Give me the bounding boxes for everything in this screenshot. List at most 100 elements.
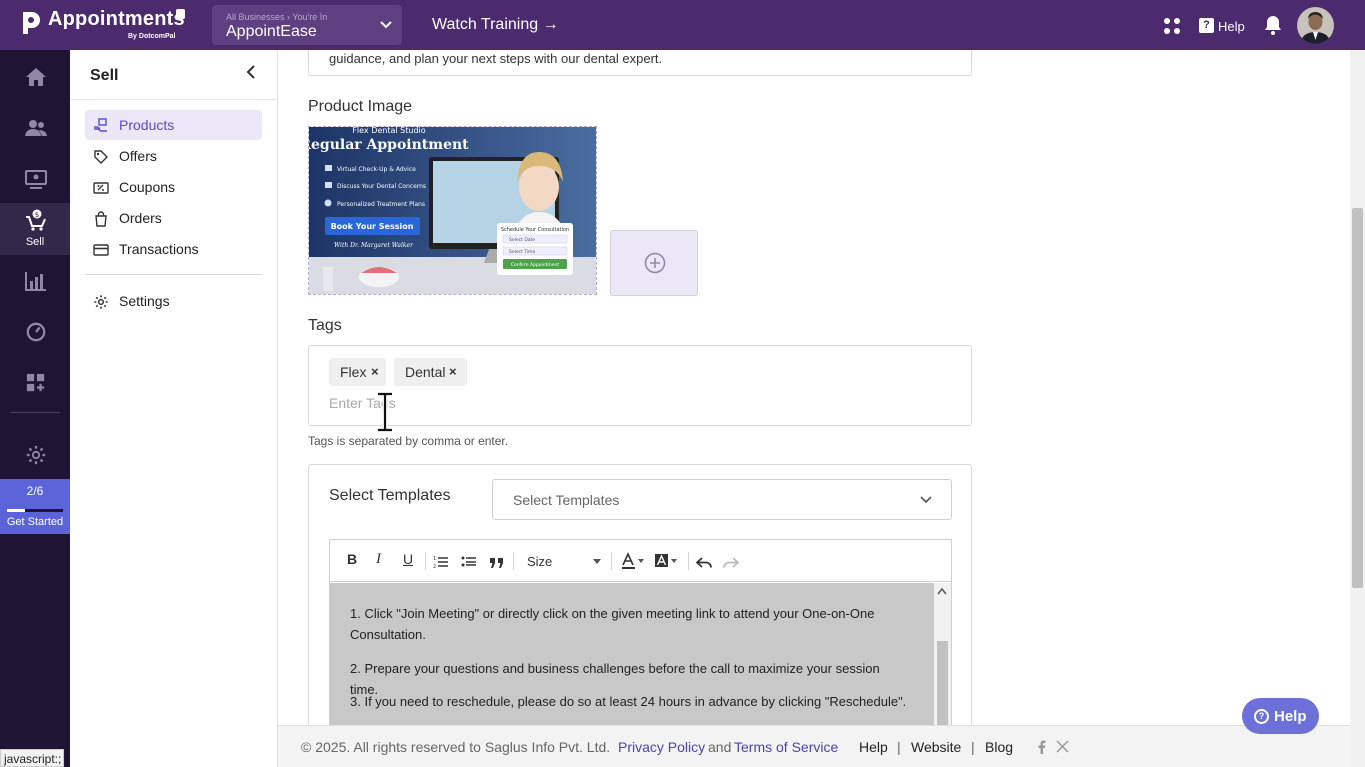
italic-button[interactable]: I (376, 551, 381, 571)
underline-button[interactable]: U (403, 551, 413, 571)
user-avatar[interactable] (1297, 7, 1334, 44)
font-size-select[interactable]: Size (527, 552, 605, 572)
x-twitter-icon[interactable] (1056, 740, 1069, 753)
gauge-icon (26, 322, 46, 342)
subnav-label: Transactions (119, 241, 199, 257)
rail-sell[interactable]: $ Sell (0, 203, 70, 255)
rail-integrations[interactable] (0, 358, 70, 408)
redo-icon[interactable] (723, 553, 739, 573)
subnav-item-transactions[interactable]: Transactions (85, 234, 262, 264)
subnav-item-products[interactable]: Products (85, 110, 262, 140)
bar-chart-icon (25, 272, 46, 291)
chevron-left-icon[interactable] (244, 64, 258, 80)
rail-dashboard[interactable] (0, 307, 70, 357)
subnav-item-orders[interactable]: Orders (85, 203, 262, 233)
tag-remove-icon[interactable]: × (371, 364, 379, 379)
description-field[interactable]: guidance, and plan your next steps with … (308, 50, 972, 76)
question-icon: ? (1199, 18, 1214, 33)
product-image[interactable]: Flex Dental Studio Regular Appointment V… (308, 126, 597, 295)
tags-field[interactable]: Flex × Dental × (308, 345, 972, 426)
app-title: Appointments (48, 8, 185, 30)
ordered-list-icon[interactable]: 1 2 (433, 552, 449, 572)
scroll-up-icon[interactable] (937, 587, 947, 595)
blockquote-icon[interactable] (489, 553, 505, 573)
subnav-label: Products (119, 117, 175, 133)
offer-tag-icon (94, 150, 108, 164)
editor-content[interactable]: 1. Click "Join Meeting" or directly clic… (330, 583, 934, 725)
image-cta: Book Your Session (331, 222, 414, 231)
subnav-item-coupons[interactable]: Coupons (85, 172, 262, 202)
editor-toolbar: B I U 1 2 Size (330, 540, 951, 582)
background-color-icon[interactable] (654, 552, 680, 572)
bullet-list-icon[interactable] (461, 552, 477, 572)
templates-select[interactable]: Select Templates (492, 479, 952, 520)
rail-home[interactable] (0, 52, 70, 102)
coupon-icon (93, 182, 109, 194)
bag-icon (95, 211, 107, 227)
watch-training-link[interactable]: Watch Training → (432, 16, 559, 34)
app-byline: By DotcomPal (128, 33, 176, 40)
rail-training[interactable] (0, 154, 70, 204)
rail-settings[interactable] (0, 429, 70, 479)
tags-label: Tags (308, 317, 342, 334)
gear-icon (94, 295, 108, 309)
editor-scrollbar[interactable] (934, 583, 951, 725)
font-size-label: Size (527, 554, 553, 569)
progress-count: 2/6 (26, 484, 44, 498)
undo-icon[interactable] (696, 553, 712, 573)
image-studio: Flex Dental Studio (352, 127, 425, 135)
svg-text:$: $ (35, 211, 39, 219)
question-circle-icon: ? (1254, 709, 1269, 724)
text-cursor-icon (378, 392, 392, 432)
subnav-heading: Sell (90, 67, 119, 84)
editor-scroll-thumb[interactable] (937, 641, 948, 725)
facebook-icon[interactable] (1038, 740, 1046, 754)
top-bar: Appointments By DotcomPal All Businesses… (0, 0, 1365, 50)
rich-text-editor: B I U 1 2 Size 1. Click "Join Meeting" o… (329, 539, 952, 725)
subnav-label: Orders (119, 210, 162, 226)
toolbar-separator (611, 552, 612, 570)
chevron-down-icon (920, 496, 932, 504)
toolbar-separator (425, 552, 426, 570)
toolbar-separator (688, 552, 689, 570)
description-text: guidance, and plan your next steps with … (329, 51, 663, 66)
subnav-item-settings[interactable]: Settings (85, 286, 262, 316)
bold-button[interactable]: B (347, 551, 357, 571)
avatar-image (1297, 7, 1334, 44)
business-name: AppointEase (226, 23, 317, 40)
help-label: Help (1218, 19, 1245, 34)
tag-label: Flex (340, 364, 367, 380)
help-chat-button[interactable]: ? Help (1242, 698, 1319, 734)
business-switcher[interactable]: All Businesses › You're In AppointEase (212, 5, 402, 45)
app-badge (176, 9, 185, 19)
logo-icon (23, 12, 40, 34)
progress-bar (7, 509, 63, 512)
terms-link[interactable]: Terms of Service (734, 739, 838, 755)
blog-link[interactable]: Blog (985, 739, 1013, 755)
add-image-button[interactable] (610, 230, 698, 296)
users-icon (25, 120, 47, 136)
page-scrollbar[interactable] (1350, 50, 1365, 767)
plus-circle-icon (644, 252, 666, 274)
apps-add-icon (26, 373, 45, 392)
image-card-confirm: Confirm Appointment (511, 262, 560, 268)
subnav-item-offers[interactable]: Offers (85, 141, 262, 171)
rail-contacts[interactable] (0, 103, 70, 153)
app-logo[interactable]: Appointments By DotcomPal (20, 7, 190, 43)
rail-reports[interactable] (0, 256, 70, 306)
gear-icon (26, 445, 46, 465)
svg-text:2: 2 (433, 564, 436, 570)
image-bullet-3: Personalized Treatment Plans (337, 201, 425, 208)
text-color-icon[interactable] (621, 552, 647, 572)
sell-subnav: Sell Products Offers Coupons Orders Tran… (70, 50, 278, 767)
tags-input[interactable] (329, 393, 629, 413)
tag-remove-icon[interactable]: × (449, 364, 457, 379)
footer-separator: | (971, 739, 975, 755)
get-started-progress[interactable]: 2/6 Get Started (0, 479, 70, 534)
apps-grid-icon[interactable] (1162, 16, 1182, 36)
privacy-policy-link[interactable]: Privacy Policy (618, 739, 705, 755)
page-scroll-thumb[interactable] (1352, 208, 1363, 588)
bell-icon[interactable] (1264, 15, 1282, 35)
website-link[interactable]: Website (911, 739, 961, 755)
footer-help-link[interactable]: Help (859, 739, 888, 755)
